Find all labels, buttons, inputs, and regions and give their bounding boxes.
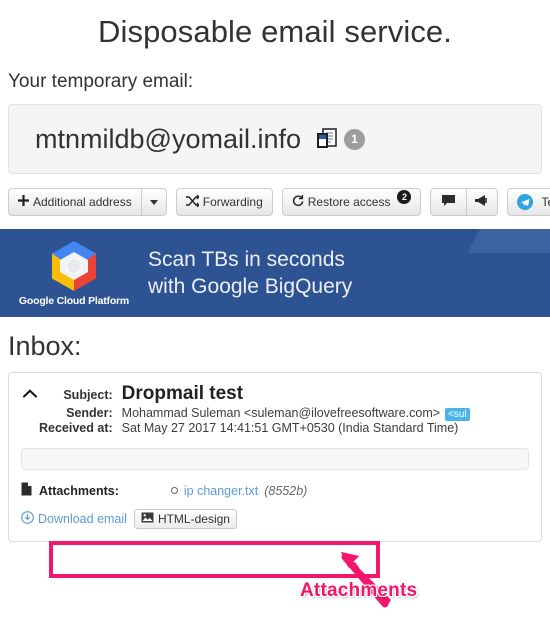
banner-headline-line1: Scan TBs in seconds [148, 248, 345, 271]
email-meta-row-subject: Subject: Dropmail test [39, 383, 470, 406]
temporary-email-box: mtnmildb@yomail.info 1 [8, 104, 542, 174]
copy-documents-icon[interactable] [315, 128, 339, 150]
telegram-icon [517, 194, 534, 210]
annotation-highlight-box [49, 541, 380, 578]
email-body-preview [21, 448, 529, 470]
image-icon [141, 512, 154, 526]
announcement-button[interactable] [467, 188, 499, 216]
action-toolbar: Additional address Forwarding Restore ac… [8, 188, 550, 216]
caret-down-icon [149, 199, 158, 205]
email-meta-row-sender: Sender: Mohammad Suleman <suleman@ilovef… [39, 406, 470, 421]
bullet-icon [170, 487, 178, 494]
attachment-item: ip changer.txt (8552b) [170, 483, 308, 498]
additional-address-label: Additional address [33, 195, 132, 209]
restore-access-button[interactable]: Restore access 2 [281, 188, 422, 216]
banner-headline-line2: with Google BigQuery [148, 275, 353, 298]
html-design-label: HTML-design [157, 512, 230, 526]
refresh-icon [292, 194, 304, 210]
page-title: Disposable email service. [98, 14, 452, 49]
subject-key: Subject: [63, 388, 113, 402]
plus-icon [18, 195, 29, 209]
chevron-up-icon[interactable] [21, 383, 39, 402]
attachment-link[interactable]: ip changer.txt [184, 484, 258, 498]
additional-address-button[interactable]: Additional address [8, 188, 142, 216]
forwarding-button[interactable]: Forwarding [175, 188, 273, 216]
inbox-title: Inbox: [8, 331, 82, 361]
banner-headline: Scan TBs in seconds with Google BigQuery [148, 246, 352, 300]
received-value: Sat May 27 2017 14:41:51 GMT+0530 (India… [121, 421, 459, 435]
temporary-email-label: Your temporary email: [8, 71, 194, 92]
gcp-logo-text: Google Cloud Platform [18, 295, 130, 307]
gcp-advertisement-banner[interactable]: Google Cloud Platform Scan TBs in second… [0, 229, 550, 317]
attachments-label: Attachments: [39, 483, 119, 498]
copy-count-badge: 1 [344, 128, 365, 150]
banner-corner-decoration [467, 229, 550, 253]
additional-address-dropdown-button[interactable] [141, 188, 167, 216]
feedback-button-group [430, 188, 499, 216]
forwarding-label: Forwarding [202, 195, 263, 209]
annotation-arrow-icon [341, 552, 391, 608]
download-email-link[interactable]: Download email [21, 511, 127, 527]
attachment-size: (8552b) [264, 483, 308, 498]
restore-access-badge: 2 [397, 190, 412, 204]
email-header: Subject: Dropmail test Sender: Mohammad … [21, 383, 529, 436]
sender-chip: <sul [445, 408, 470, 421]
received-key: Received at: [39, 421, 113, 435]
gcp-logo: Google Cloud Platform [0, 239, 148, 307]
file-icon [21, 482, 32, 499]
download-email-label: Download email [38, 512, 127, 526]
download-circle-icon [21, 511, 34, 527]
annotation-label: Attachments [300, 580, 418, 601]
comment-button[interactable] [430, 188, 468, 216]
megaphone-icon [475, 195, 489, 209]
email-meta-row-received: Received at: Sat May 27 2017 14:41:51 GM… [39, 421, 470, 436]
email-card: Subject: Dropmail test Sender: Mohammad … [8, 372, 542, 542]
html-design-button[interactable]: HTML-design [133, 509, 237, 529]
telegram-button[interactable]: Telegram [507, 188, 550, 216]
sender-key: Sender: [66, 406, 113, 420]
email-meta-table: Subject: Dropmail test Sender: Mohammad … [39, 383, 470, 436]
subject-value: Dropmail test [121, 383, 244, 404]
restore-access-label: Restore access [307, 195, 391, 209]
speech-bubble-icon [442, 195, 456, 209]
attachments-row: Attachments: ip changer.txt (8552b) [21, 482, 529, 499]
shuffle-icon [185, 194, 200, 210]
gcp-hexagon-icon [52, 241, 96, 291]
temporary-email-value: mtnmildb@yomail.info [35, 124, 301, 154]
additional-address-group: Additional address [8, 188, 167, 216]
email-actions-row: Download email HTML-design [21, 509, 529, 529]
telegram-label: Telegram [541, 195, 550, 209]
sender-value: Mohammad Suleman <suleman@ilovefreesoftw… [121, 406, 441, 420]
